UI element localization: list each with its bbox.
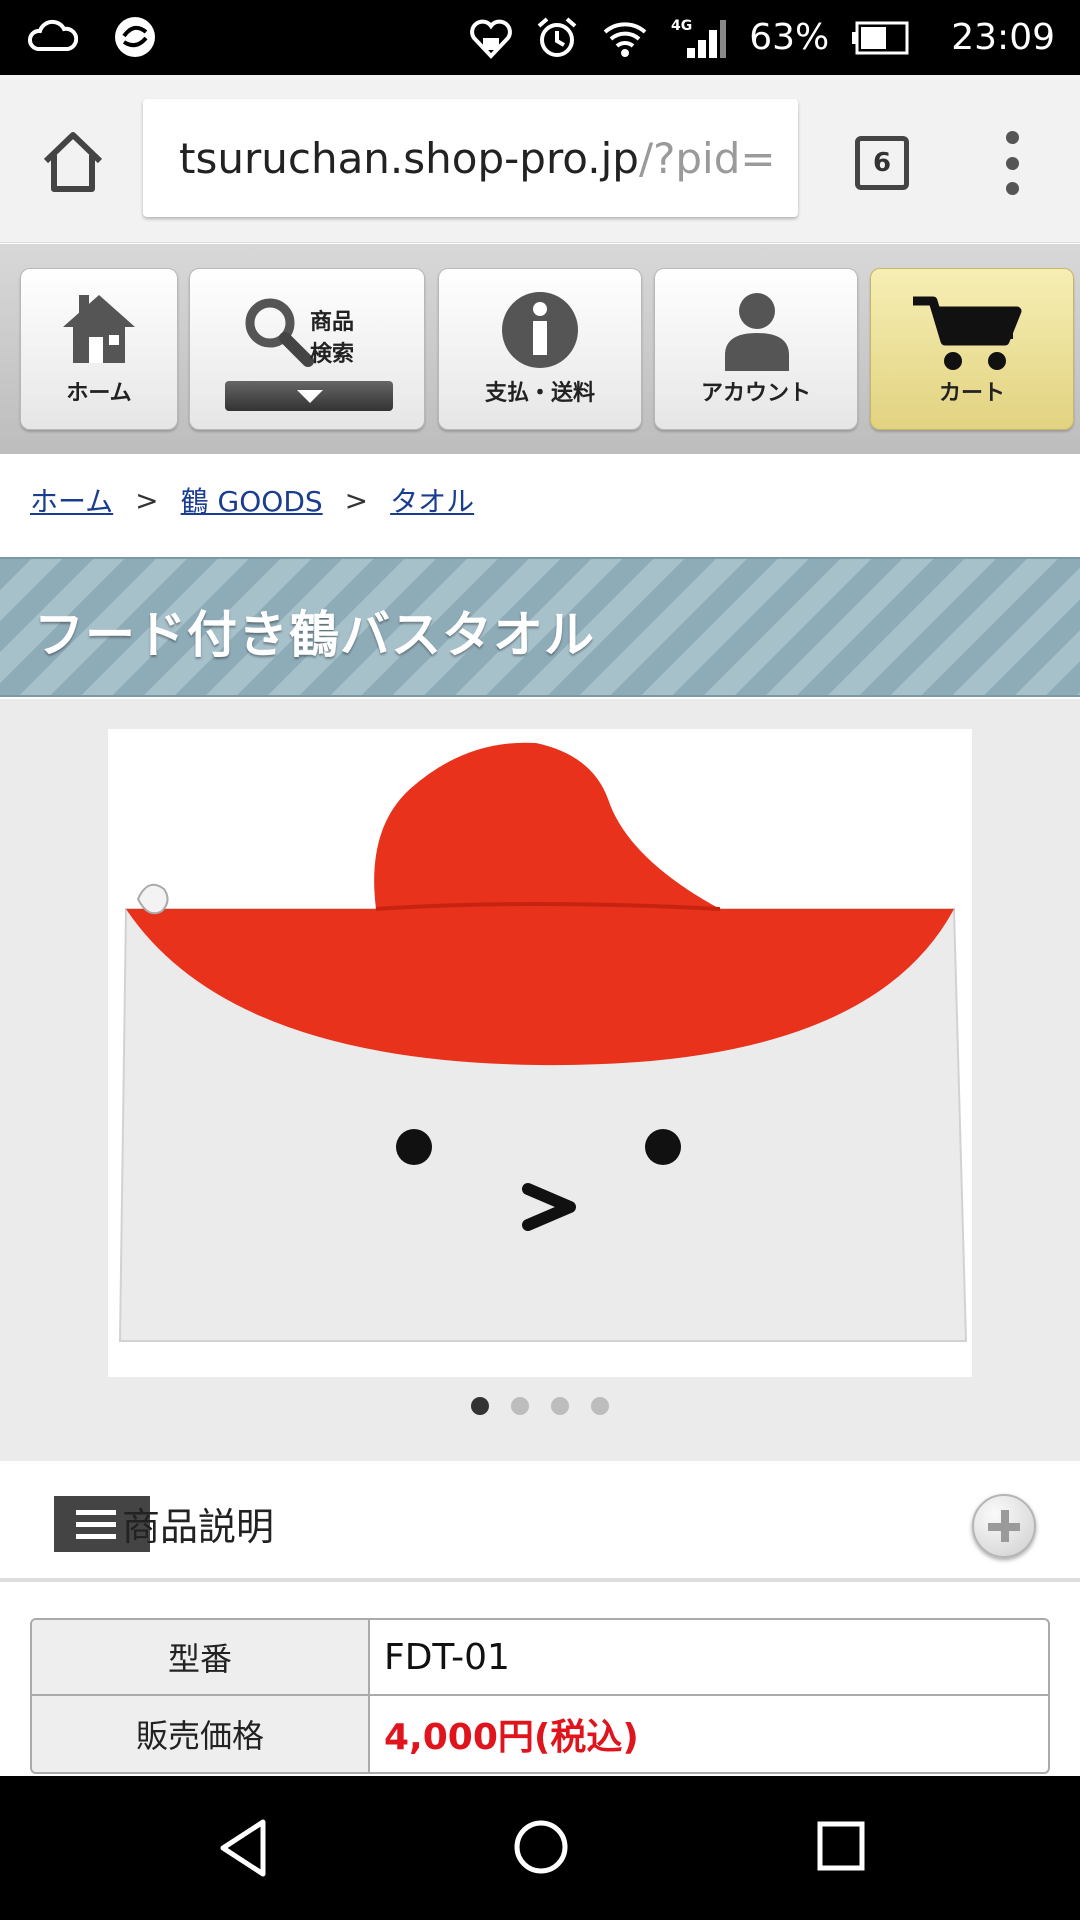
menu-dot <box>1005 156 1019 170</box>
table-row: 型番 FDT-01 <box>32 1620 1048 1696</box>
breadcrumb: ホーム > 鶴 GOODS > タオル <box>30 480 474 520</box>
breadcrumb-separator: > <box>135 483 159 517</box>
nav-cart-label: カート <box>938 381 1005 406</box>
nav-home-button[interactable]: ホーム <box>20 268 178 430</box>
nav-account-button[interactable]: アカウント <box>654 268 858 430</box>
clock: 23:09 <box>951 17 1055 58</box>
breadcrumb-category-link[interactable]: 鶴 GOODS <box>181 480 323 520</box>
spec-key-price: 販売価格 <box>32 1696 370 1772</box>
magnifier-icon <box>245 298 314 367</box>
cloud-sync-icon <box>28 19 78 51</box>
nav-search-button[interactable]: 商品 検索 <box>189 268 425 430</box>
product-image[interactable] <box>108 729 972 1377</box>
hooded-towel-illustration <box>118 742 968 1342</box>
url-bar[interactable]: tsuruchan.shop-pro.jp/?pid= <box>143 99 798 217</box>
browser-toolbar: tsuruchan.shop-pro.jp/?pid= 6 <box>0 75 1080 243</box>
browser-menu-button[interactable] <box>994 131 1030 195</box>
network-type-label: 4G <box>671 18 692 34</box>
house-icon <box>63 295 135 363</box>
breadcrumb-separator: > <box>344 483 369 517</box>
android-nav-bar <box>0 1776 1080 1920</box>
back-icon[interactable] <box>215 1818 271 1878</box>
product-gallery[interactable] <box>0 699 1080 1461</box>
heart-notification-icon <box>470 19 513 59</box>
spec-value-price: 4,000円(税込) <box>384 1717 639 1758</box>
nav-payment-label: 支払・送料 <box>484 381 595 406</box>
url-path: /?pid= <box>638 133 776 183</box>
pager-dot[interactable] <box>511 1397 529 1415</box>
menu-dot <box>1005 182 1019 195</box>
nav-search-label-line2: 検索 <box>310 342 355 367</box>
info-icon <box>502 292 578 368</box>
chevron-down-icon <box>297 390 323 403</box>
pager-dot[interactable] <box>471 1397 489 1415</box>
app-notification-icon <box>115 17 155 57</box>
table-row: 販売価格 4,000円(税込) <box>32 1696 1048 1772</box>
breadcrumb-home-link[interactable]: ホーム <box>30 480 113 520</box>
browser-home-icon[interactable] <box>38 127 108 197</box>
battery-percent: 63% <box>749 17 830 58</box>
cart-icon <box>913 296 1022 370</box>
image-pager <box>0 1397 1080 1415</box>
status-bar: 4G 63% 23:09 <box>0 0 1080 75</box>
tab-switcher-button[interactable]: 6 <box>855 136 909 190</box>
home-circle-icon[interactable] <box>512 1818 570 1876</box>
pager-dot[interactable] <box>551 1397 569 1415</box>
expand-plus-icon[interactable] <box>972 1494 1036 1558</box>
recents-icon[interactable] <box>815 1818 867 1874</box>
list-line <box>76 1534 116 1539</box>
battery-icon <box>852 21 909 54</box>
signal-icon: 4G <box>671 18 727 58</box>
nav-account-label: アカウント <box>700 381 811 406</box>
person-icon <box>725 293 789 371</box>
list-line <box>76 1510 116 1515</box>
nav-home-label: ホーム <box>66 381 132 406</box>
search-dropdown-toggle[interactable] <box>225 381 393 411</box>
description-section-header[interactable]: 商品説明 <box>0 1462 1080 1582</box>
menu-dot <box>1005 131 1019 144</box>
breadcrumb-subcategory-link[interactable]: タオル <box>390 480 474 520</box>
page-title: フード付き鶴バスタオル <box>34 606 595 664</box>
spec-value-model: FDT-01 <box>384 1636 510 1678</box>
wifi-icon <box>603 21 647 57</box>
spec-key-model: 型番 <box>32 1620 370 1694</box>
list-line <box>76 1522 116 1527</box>
alarm-icon <box>537 16 577 57</box>
spec-table: 型番 FDT-01 販売価格 4,000円(税込) <box>30 1618 1050 1774</box>
tab-count: 6 <box>872 148 892 178</box>
url-host: tsuruchan.shop-pro.jp <box>179 133 639 183</box>
nav-payment-button[interactable]: 支払・送料 <box>438 268 642 430</box>
nav-search-label: 商品 検索 <box>310 307 354 371</box>
product-title-banner: フード付き鶴バスタオル <box>0 557 1080 697</box>
nav-search-label-line1: 商品 <box>310 310 355 335</box>
pager-dot[interactable] <box>591 1397 609 1415</box>
site-nav: ホーム 商品検索 支払・送料 アカウント カート <box>0 244 1080 454</box>
nav-cart-button[interactable]: カート <box>870 268 1074 430</box>
description-heading: 商品説明 <box>122 1505 275 1549</box>
